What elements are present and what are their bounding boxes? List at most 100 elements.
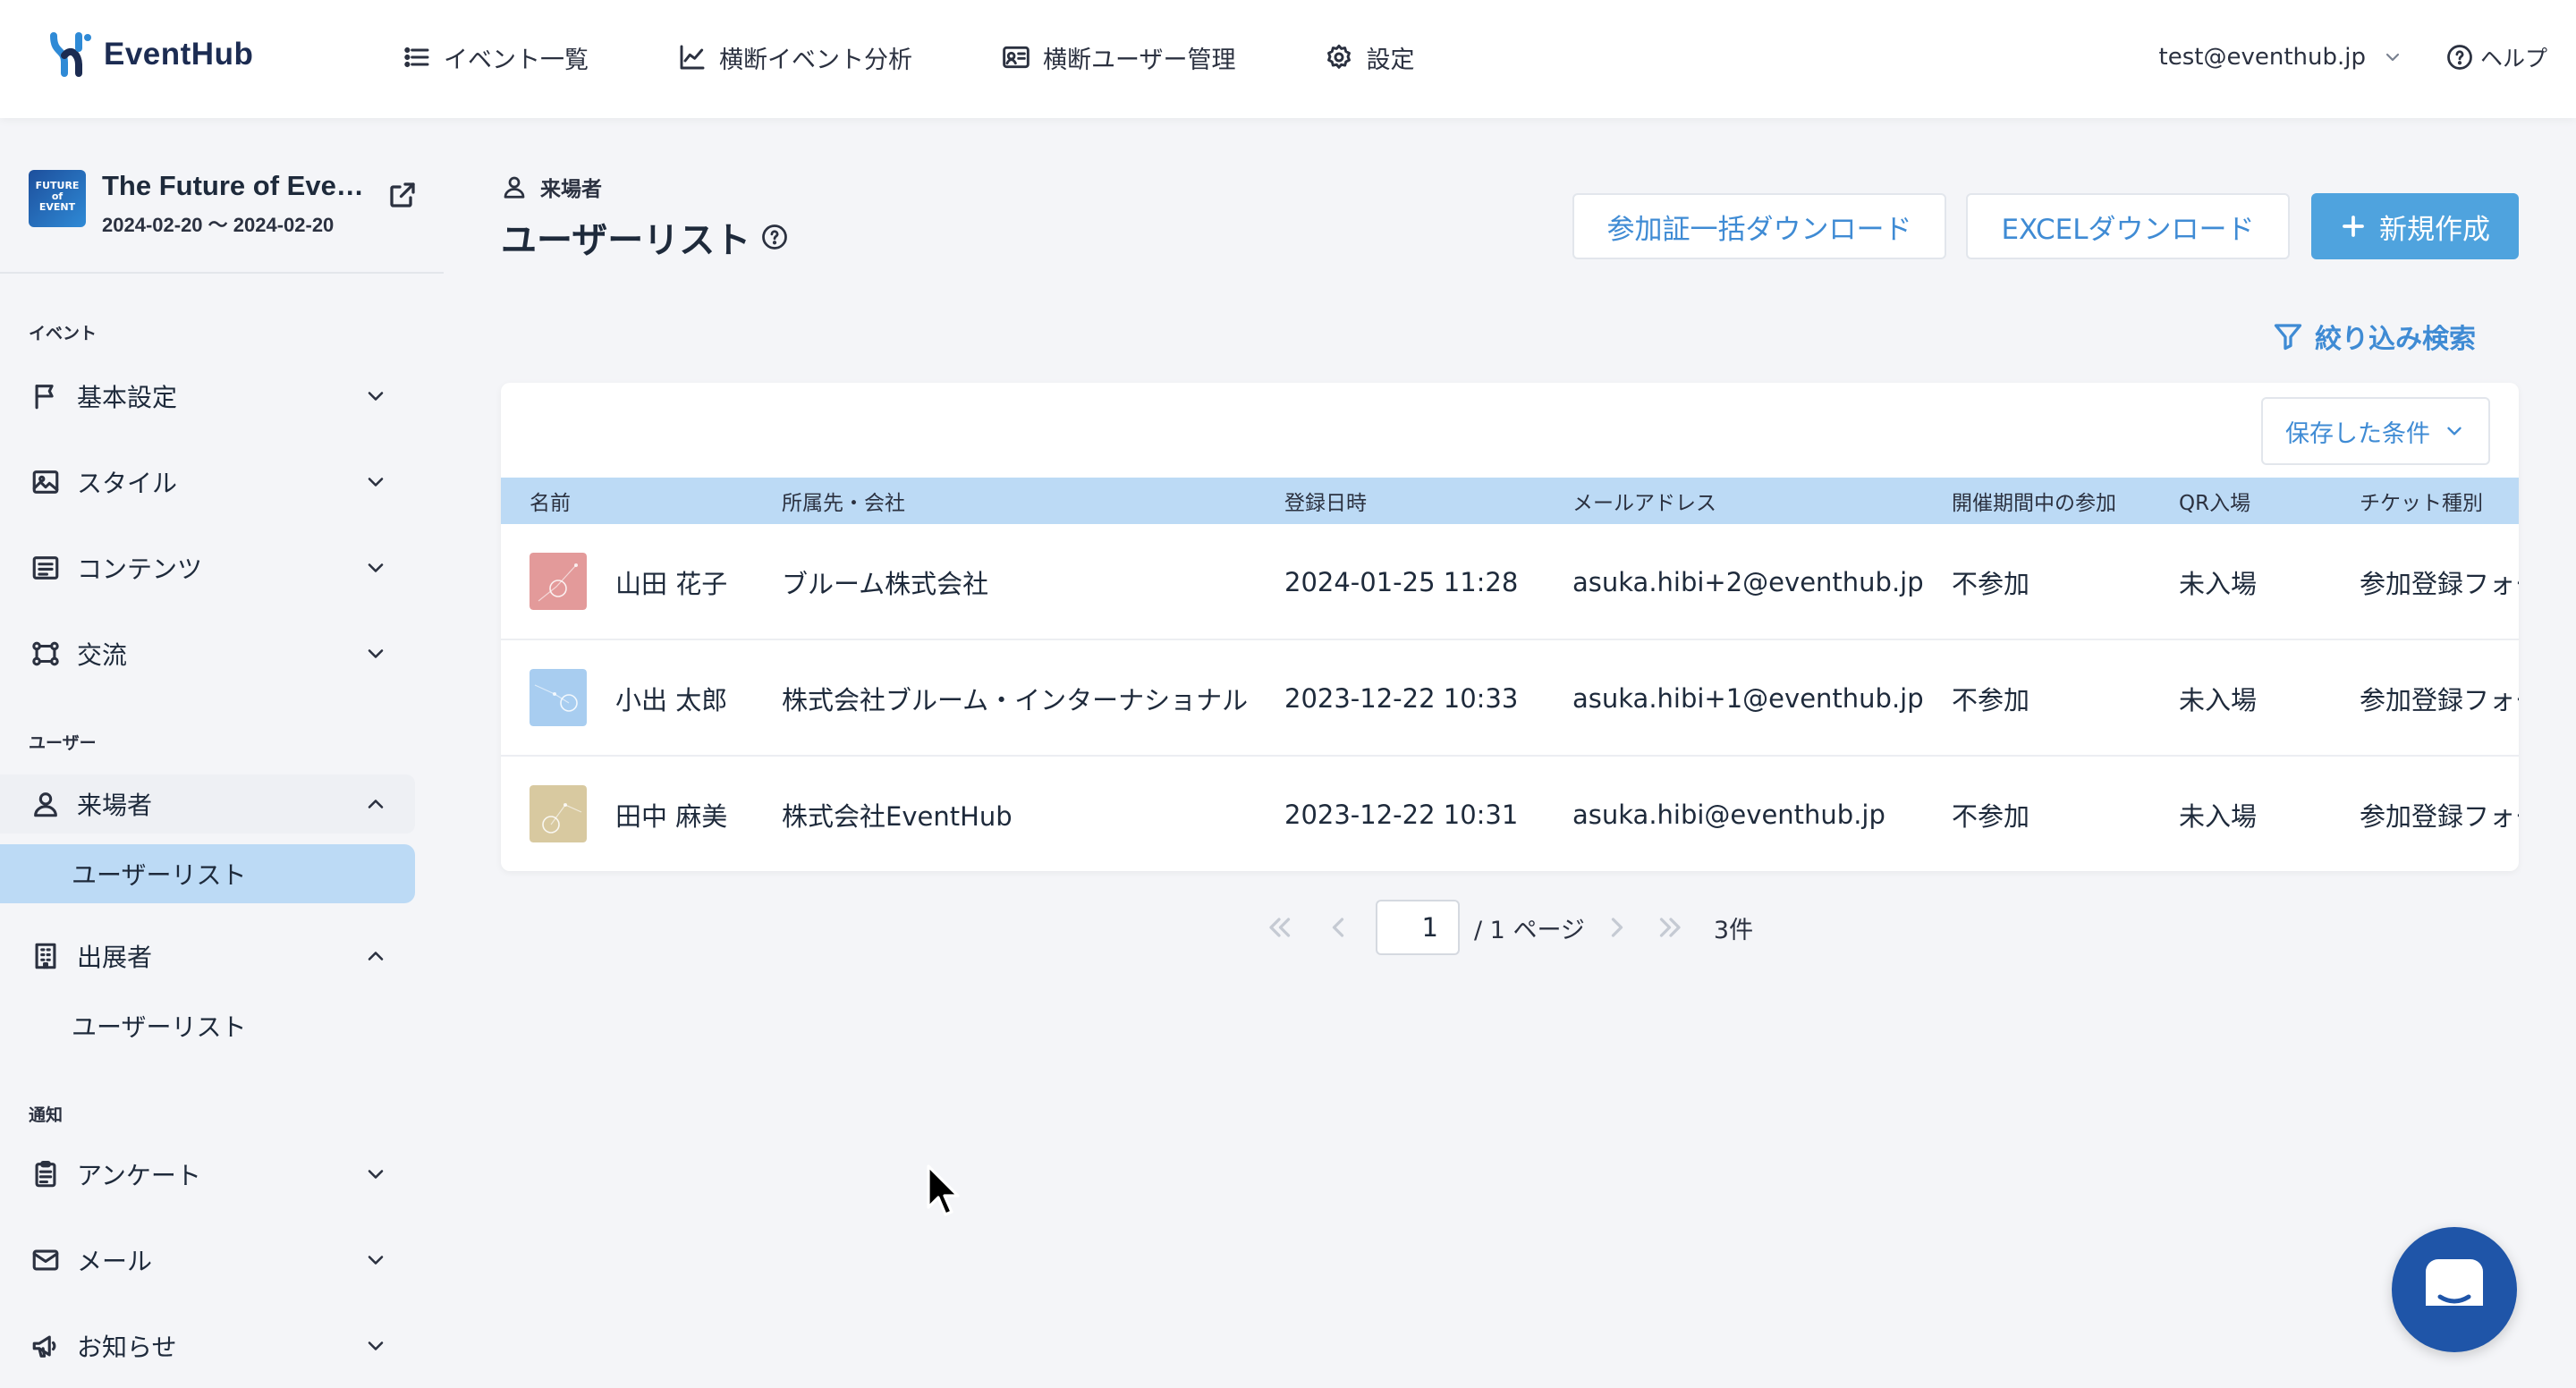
chevron-down-icon — [368, 1256, 384, 1265]
chevron-double-right-icon[interactable] — [1655, 911, 1687, 944]
cell-name: 小出 太郎 — [615, 685, 728, 715]
sidebar-subitem-exhibitors-userlist[interactable]: ユーザーリスト — [0, 996, 415, 1055]
list-icon — [404, 47, 429, 68]
cell-registered: 2023-12-22 10:33 — [1284, 683, 1519, 714]
sidebar-divider — [0, 272, 444, 274]
filter-icon — [2274, 324, 2302, 351]
help-link[interactable]: ヘルプ — [2446, 41, 2547, 73]
sidebar-item-contents[interactable]: コンテンツ — [0, 538, 415, 597]
chevron-double-left-icon[interactable] — [1263, 911, 1295, 944]
sidebar-subitem-visitors-userlist[interactable]: ユーザーリスト — [0, 844, 415, 903]
column-header-company[interactable]: 所属先・会社 — [782, 478, 905, 524]
saved-conditions-dropdown[interactable]: 保存した条件 — [2261, 397, 2490, 465]
excel-download-button[interactable]: EXCELダウンロード — [1966, 193, 2290, 259]
column-header-attendance[interactable]: 開催期間中の参加 — [1952, 478, 2116, 524]
document-list-icon — [32, 556, 59, 580]
nav-item-cross-analysis[interactable]: 横断イベント分析 — [678, 40, 912, 75]
sidebar-item-news[interactable]: お知らせ — [0, 1316, 415, 1375]
pagination: 1 / 1 ページ 3件 — [1263, 900, 1753, 955]
sidebar-item-label: アンケート — [77, 1161, 201, 1190]
chevron-down-icon — [368, 563, 384, 572]
cell-qr: 未入場 — [2179, 801, 2258, 832]
column-header-registered[interactable]: 登録日時 — [1284, 478, 1367, 524]
question-circle-icon[interactable] — [761, 224, 788, 250]
external-link-icon[interactable] — [386, 179, 419, 211]
chevron-down-icon — [368, 478, 384, 487]
column-header-name[interactable]: 名前 — [530, 478, 571, 524]
total-pages-label: / 1 ページ — [1474, 916, 1585, 944]
main-nav: イベント一覧 横断イベント分析 横断ユーザー管理 設定 — [402, 0, 1504, 114]
cell-name: 山田 花子 — [615, 569, 728, 599]
eventhub-logo-mark-icon — [50, 32, 91, 77]
chevron-up-icon — [368, 952, 384, 961]
sidebar-item-exchange[interactable]: 交流 — [0, 624, 415, 683]
chat-support-button[interactable] — [2392, 1227, 2517, 1352]
clipboard-icon — [35, 1160, 56, 1188]
mouse-cursor-icon — [927, 1164, 960, 1216]
button-label: 参加証一括ダウンロード — [1606, 213, 1912, 246]
chevron-right-icon[interactable] — [1601, 911, 1633, 944]
chevron-down-icon — [2385, 53, 2400, 62]
cell-qr: 未入場 — [2179, 569, 2258, 599]
create-new-button[interactable]: 新規作成 — [2311, 193, 2519, 259]
sidebar-item-mail[interactable]: メール — [0, 1231, 415, 1290]
cell-registered: 2024-01-25 11:28 — [1284, 567, 1519, 597]
cell-attendance: 不参加 — [1952, 569, 2030, 599]
eventhub-logo[interactable]: EventHub — [48, 32, 253, 77]
cell-email: asuka.hibi@eventhub.jp — [1572, 800, 1885, 830]
column-header-qr[interactable]: QR入場 — [2179, 478, 2250, 524]
sidebar-item-basic-settings[interactable]: 基本設定 — [0, 367, 415, 426]
saved-conditions-label: 保存した条件 — [2285, 419, 2430, 448]
avatar — [530, 553, 587, 610]
cell-ticket: 参加登録フォー — [2360, 569, 2519, 599]
sidebar-subitem-label: ユーザーリスト — [72, 860, 247, 890]
help-label: ヘルプ — [2479, 46, 2547, 72]
chevron-down-icon — [368, 392, 384, 401]
nav-item-label: 横断ユーザー管理 — [1043, 46, 1236, 74]
id-card-icon — [1003, 46, 1030, 69]
filter-label: 絞り込み検索 — [2315, 324, 2476, 355]
cell-company: ブルーム株式会社 — [782, 569, 989, 599]
cell-qr: 未入場 — [2179, 685, 2258, 715]
chevron-down-icon — [2447, 427, 2462, 436]
top-header: EventHub イベント一覧 横断イベント分析 横断ユーザー管理 設定 tes… — [0, 0, 2576, 118]
sidebar-item-survey[interactable]: アンケート — [0, 1145, 415, 1204]
chevron-left-icon[interactable] — [1322, 911, 1354, 944]
table-row[interactable]: 小出 太郎 株式会社ブルーム・インターナショナル 2023-12-22 10:3… — [501, 640, 2519, 757]
sidebar-item-label: スタイル — [77, 469, 178, 498]
sidebar-item-exhibitors[interactable]: 出展者 — [0, 927, 415, 986]
filter-search-link[interactable]: 絞り込み検索 — [2272, 317, 2476, 356]
sidebar-item-label: 来場者 — [77, 791, 153, 820]
image-icon — [32, 470, 59, 494]
page-number-input[interactable]: 1 — [1376, 900, 1460, 955]
header-right: test@eventhub.jp ヘルプ — [2159, 0, 2547, 114]
avatar — [530, 669, 587, 726]
chevron-up-icon — [368, 800, 384, 808]
user-menu[interactable]: test@eventhub.jp — [2159, 44, 2403, 71]
cell-attendance: 不参加 — [1952, 801, 2030, 832]
nav-item-settings[interactable]: 設定 — [1325, 40, 1414, 75]
cell-email: asuka.hibi+1@eventhub.jp — [1572, 683, 1924, 714]
column-header-ticket[interactable]: チケット種別 — [2360, 478, 2483, 524]
table-row[interactable]: 田中 麻美 株式会社EventHub 2023-12-22 10:31 asuk… — [501, 757, 2519, 871]
event-dates: 2024-02-20 〜 2024-02-20 — [102, 214, 335, 236]
avatar — [530, 785, 587, 842]
cell-ticket: 参加登録フォー — [2360, 801, 2519, 832]
chat-icon — [2426, 1259, 2483, 1318]
nav-item-label: 設定 — [1366, 46, 1415, 74]
sidebar-section-notice: 通知 — [29, 1105, 64, 1125]
nav-item-cross-user-management[interactable]: 横断ユーザー管理 — [1002, 40, 1235, 75]
nav-item-event-list[interactable]: イベント一覧 — [402, 40, 589, 75]
sidebar-section-user: ユーザー — [29, 733, 97, 753]
sidebar-item-label: 交流 — [77, 640, 128, 670]
column-header-email[interactable]: メールアドレス — [1572, 478, 1716, 524]
sidebar-item-label: お知らせ — [77, 1333, 177, 1362]
bulk-badge-download-button[interactable]: 参加証一括ダウンロード — [1572, 193, 1946, 259]
table-row[interactable]: 山田 花子 ブルーム株式会社 2024-01-25 11:28 asuka.hi… — [501, 524, 2519, 640]
question-circle-icon — [2447, 45, 2472, 70]
sidebar-item-visitors[interactable]: 来場者 — [0, 774, 415, 834]
sidebar-item-label: 基本設定 — [77, 383, 178, 412]
user-icon — [504, 176, 525, 199]
sidebar-item-style[interactable]: スタイル — [0, 453, 415, 512]
table-header: 名前 所属先・会社 登録日時 メールアドレス 開催期間中の参加 QR入場 チケッ… — [501, 478, 2519, 524]
